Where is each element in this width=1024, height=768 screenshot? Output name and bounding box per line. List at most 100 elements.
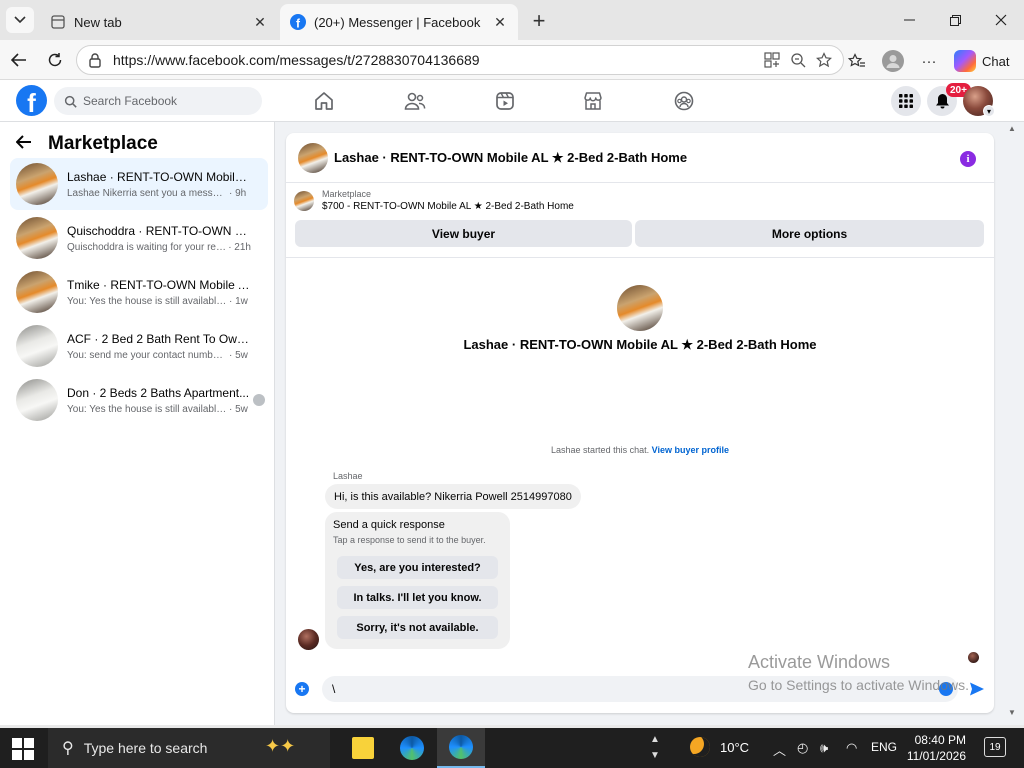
quick-reply-button[interactable]: Sorry, it's not available. <box>337 616 498 639</box>
tab-title: (20+) Messenger | Facebook <box>314 14 481 30</box>
chat-panel: Lashae · RENT-TO-OWN Mobile AL ★ 2-Bed 2… <box>286 133 994 713</box>
restore-button[interactable] <box>932 0 978 40</box>
video-icon <box>496 92 514 110</box>
back-button[interactable] <box>6 47 32 73</box>
notification-center-button[interactable]: 19 <box>984 737 1006 757</box>
weather-moon-icon[interactable] <box>690 737 710 757</box>
search-highlight-icon[interactable]: ✦✦ <box>265 736 295 757</box>
taskbar-edge-active[interactable] <box>437 728 485 768</box>
close-window-button[interactable] <box>978 0 1024 40</box>
tab-messenger[interactable]: f (20+) Messenger | Facebook ✕ <box>280 4 518 40</box>
menu-button[interactable] <box>891 86 921 116</box>
browser-toolbar: https://www.facebook.com/messages/t/2728… <box>0 40 1024 80</box>
nav-video[interactable] <box>492 88 518 114</box>
settings-more-button[interactable]: ··· <box>916 48 942 74</box>
sender-avatar <box>298 629 319 650</box>
nav-home[interactable] <box>311 88 337 114</box>
search-input[interactable] <box>83 94 253 108</box>
edge-icon <box>400 736 424 760</box>
site-info-lock-icon[interactable] <box>87 52 103 68</box>
conversation-item[interactable]: Tmike · RENT-TO-OWN Mobile AL ... You: Y… <box>10 266 268 318</box>
chat-listing-thumbnail[interactable] <box>298 142 328 173</box>
close-tab-icon[interactable]: ✕ <box>252 14 268 31</box>
scroll-up-arrow-icon[interactable]: ▲ <box>1008 124 1016 133</box>
copilot-icon <box>954 50 976 72</box>
watermark-line-2: Go to Settings to activate Windows. <box>748 677 969 693</box>
conversation-item[interactable]: Don · 2 Beds 2 Baths Apartment... You: Y… <box>10 374 268 426</box>
refresh-button[interactable] <box>42 47 68 73</box>
tab-actions-menu-button[interactable] <box>6 7 34 33</box>
conversation-item[interactable]: Quischoddra · RENT-TO-OWN Mo... Quischod… <box>10 212 268 264</box>
tab-new-tab[interactable]: New tab ✕ <box>40 4 278 40</box>
quick-response-card: Send a quick response Tap a response to … <box>325 512 510 649</box>
minimize-button[interactable] <box>886 0 932 40</box>
taskbar-sticky-notes[interactable] <box>339 728 387 768</box>
facebook-search-box[interactable] <box>54 87 262 115</box>
start-button[interactable] <box>12 738 34 760</box>
chat-started-notice: Lashae started this chat. View buyer pro… <box>286 445 994 455</box>
newtab-icon <box>50 14 66 30</box>
copilot-chat-button[interactable]: Chat <box>954 47 1018 75</box>
conversation-preview: You: Yes the house is still available ..… <box>67 403 227 415</box>
conversation-name: Don · 2 Beds 2 Baths Apartment... <box>67 385 250 400</box>
new-tab-button[interactable]: + <box>526 8 552 34</box>
meet-now-icon[interactable]: ◴ <box>797 740 808 756</box>
sticky-notes-icon <box>352 737 374 759</box>
conversation-time: · 21h <box>228 241 251 253</box>
account-chevron-icon[interactable]: ▾ <box>983 105 995 117</box>
taskbar-edge[interactable] <box>388 728 436 768</box>
refresh-icon <box>48 53 62 67</box>
quick-reply-button[interactable]: In talks. I'll let you know. <box>337 586 498 609</box>
home-icon <box>315 92 333 110</box>
facebook-logo[interactable]: f <box>16 85 47 116</box>
clock-date: 11/01/2026 <box>906 749 966 763</box>
conversation-item[interactable]: Lashae · RENT-TO-OWN Mobile A... Lashae … <box>10 158 268 210</box>
wifi-icon[interactable]: ◠ <box>846 740 857 756</box>
taskbar-clock[interactable]: 08:40 PM 11/01/2026 <box>906 732 966 764</box>
incoming-message-bubble[interactable]: Hi, is this available? Nikerria Powell 2… <box>325 484 581 509</box>
conversation-time: · 5w <box>229 403 248 415</box>
browser-tab-bar: New tab ✕ f (20+) Messenger | Facebook ✕… <box>0 0 1024 40</box>
favorite-star-icon[interactable] <box>815 51 833 69</box>
close-tab-icon[interactable]: ✕ <box>492 14 508 31</box>
listing-thumbnail <box>16 217 58 259</box>
listing-summary[interactable]: Marketplace $700 - RENT-TO-OWN Mobile AL… <box>294 189 574 212</box>
watermark-line-1: Activate Windows <box>748 652 891 672</box>
quick-response-subtitle: Tap a response to send it to the buyer. <box>333 535 486 545</box>
windows-taskbar: ⚲ Type here to search ✦✦ ▲ ▼ 10°C ︿ ◴ 🕪 ◠… <box>0 728 1024 768</box>
zoom-icon[interactable] <box>789 51 807 69</box>
chat-title[interactable]: Lashae · RENT-TO-OWN Mobile AL ★ 2-Bed 2… <box>334 150 687 166</box>
conversation-preview: Lashae Nikerria sent you a message a... <box>67 187 227 199</box>
more-actions-plus-icon[interactable]: + <box>295 682 309 696</box>
address-bar[interactable]: https://www.facebook.com/messages/t/2728… <box>76 45 844 75</box>
send-icon[interactable] <box>969 681 985 697</box>
back-arrow-icon[interactable] <box>15 132 36 155</box>
nav-friends[interactable] <box>402 88 428 114</box>
listing-thumbnail <box>294 190 314 211</box>
weather-temperature[interactable]: 10°C <box>720 740 749 755</box>
view-buyer-button[interactable]: View buyer <box>295 220 632 247</box>
taskbar-scroll-chevron[interactable]: ▲ ▼ <box>650 732 660 764</box>
conversation-item[interactable]: ACF · 2 Bed 2 Bath Rent To Own A... You:… <box>10 320 268 372</box>
nav-marketplace[interactable] <box>580 88 606 114</box>
search-icon <box>64 95 77 108</box>
more-options-button[interactable]: More options <box>635 220 984 247</box>
url-text[interactable]: https://www.facebook.com/messages/t/2728… <box>113 52 843 68</box>
scroll-down-arrow-icon[interactable]: ▼ <box>1008 708 1016 717</box>
back-arrow-icon <box>11 53 26 67</box>
show-hidden-icons-chevron-icon[interactable]: ︿ <box>773 740 786 759</box>
nav-groups[interactable] <box>671 88 697 114</box>
profile-button[interactable] <box>880 48 906 74</box>
input-language[interactable]: ENG <box>871 740 897 754</box>
quick-reply-button[interactable]: Yes, are you interested? <box>337 556 498 579</box>
groups-icon <box>674 91 694 111</box>
conversation-time: · 9h <box>229 187 247 199</box>
favorites-button[interactable] <box>844 48 870 74</box>
volume-icon[interactable]: 🕪 <box>820 740 828 756</box>
conversation-info-icon[interactable]: i <box>960 151 976 167</box>
app-available-icon[interactable] <box>763 51 781 69</box>
more-dots-icon: ··· <box>921 52 937 70</box>
view-buyer-profile-link[interactable]: View buyer profile <box>652 445 729 455</box>
conversation-time: · 5w <box>229 349 248 361</box>
search-icon: ⚲ <box>62 740 74 757</box>
